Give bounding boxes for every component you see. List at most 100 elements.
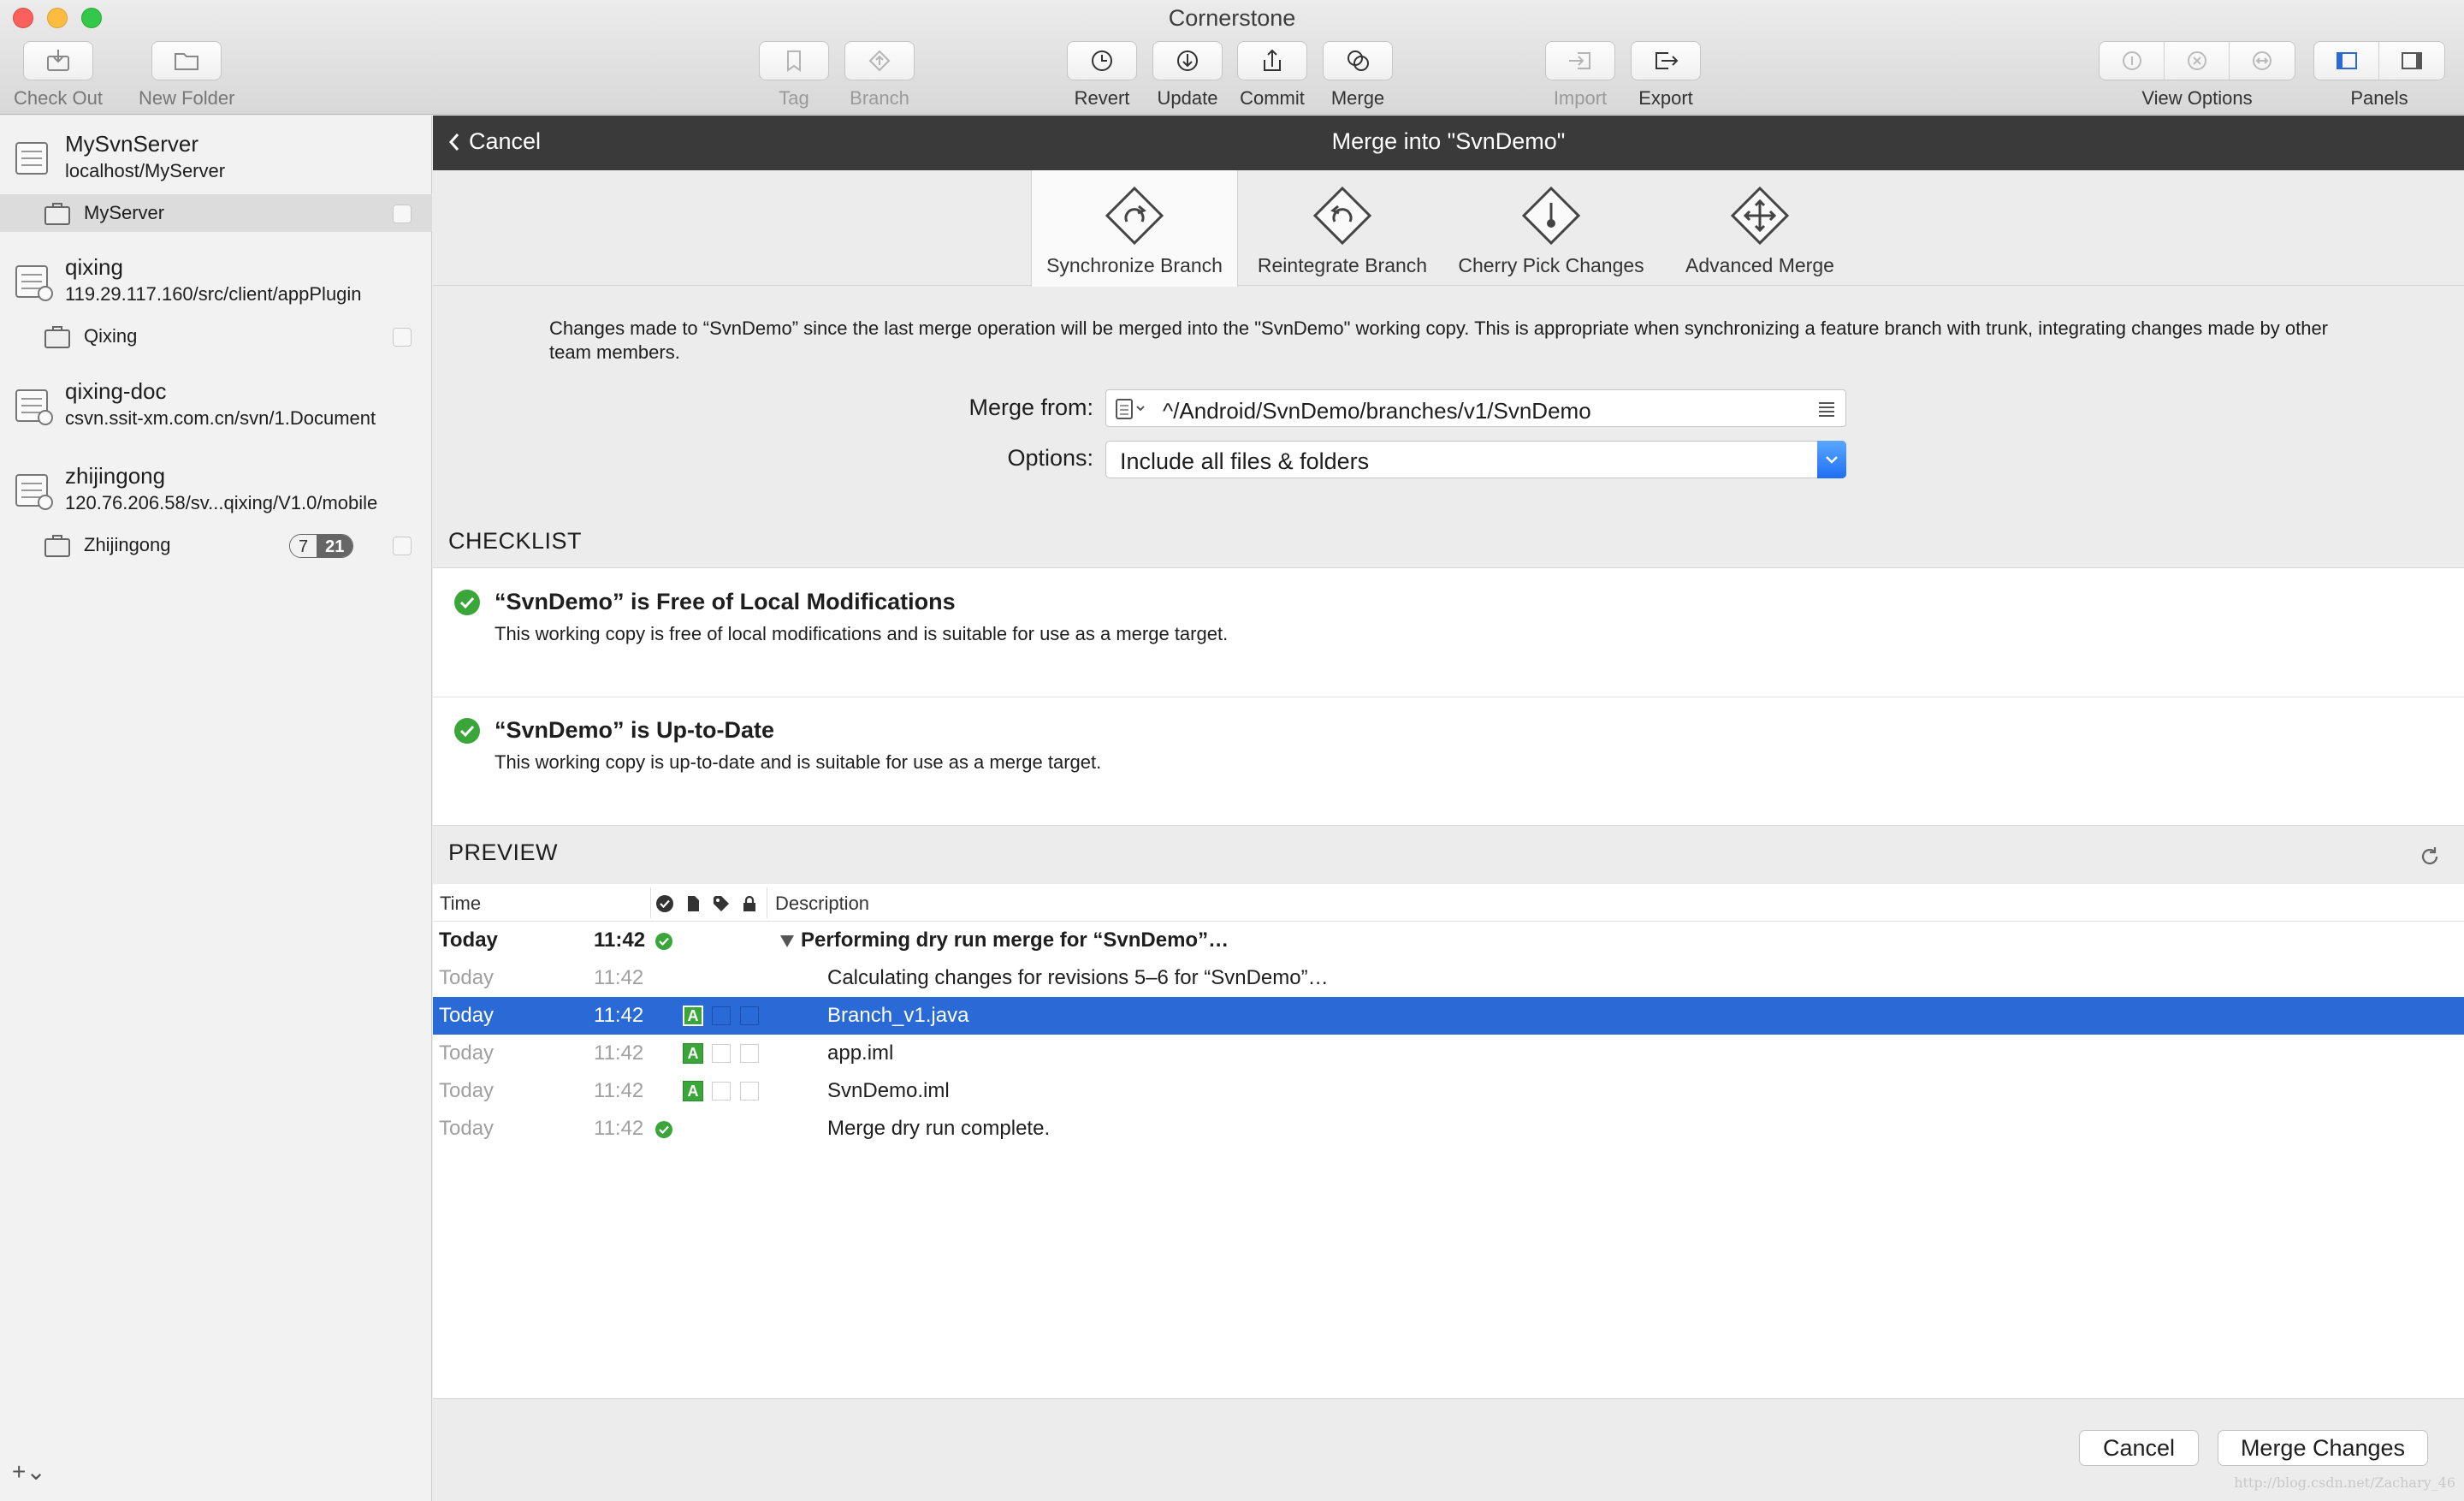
lock-status-box: [740, 1044, 759, 1063]
info-icon: [2122, 51, 2141, 70]
tag-button[interactable]: Tag: [759, 41, 829, 110]
repo-item-qixing-doc[interactable]: qixing-doc csvn.ssit-xm.com.cn/svn/1.Doc…: [0, 363, 432, 442]
update-icon: [1177, 50, 1198, 71]
table-row[interactable]: Today 11:42 A SvnDemo.iml: [433, 1072, 2464, 1110]
export-button[interactable]: Export: [1631, 41, 1701, 110]
repo-name: MySvnServer: [65, 131, 199, 157]
new-folder-button[interactable]: New Folder: [139, 41, 234, 110]
options-select[interactable]: Include all files & folders: [1105, 441, 1846, 478]
table-row[interactable]: Today 11:42 Merge dry run complete.: [433, 1110, 2464, 1148]
cancel-button[interactable]: Cancel: [2079, 1430, 2199, 1466]
table-row[interactable]: Today 11:42 A Branch_v1.java: [433, 997, 2464, 1035]
server-icon: [15, 389, 53, 425]
row-description: Performing dry run merge for “SvnDemo”…: [801, 928, 1229, 952]
disclosure-triangle-icon[interactable]: [780, 935, 794, 947]
repo-item-qixing[interactable]: qixing 119.29.117.160/src/client/appPlug…: [0, 239, 432, 317]
sidebar-right-icon: [2402, 52, 2422, 69]
merge-from-value: ^/Android/SvnDemo/branches/v1/SvnDemo: [1163, 398, 1591, 424]
tab-advanced-merge[interactable]: Advanced Merge: [1656, 170, 1863, 286]
added-status-badge: A: [683, 1006, 703, 1026]
panel-left-button[interactable]: [2314, 42, 2379, 80]
server-icon: [15, 474, 53, 510]
check-circle-icon: [454, 718, 480, 744]
tab-reintegrate-branch[interactable]: Reintegrate Branch: [1239, 170, 1446, 286]
working-copy-qixing[interactable]: Qixing: [0, 317, 432, 355]
row-description: SvnDemo.iml: [827, 1079, 950, 1102]
merge-description: Changes made to “SvnDemo” since the last…: [549, 317, 2329, 363]
branch-icon: [868, 50, 891, 72]
merge-from-field[interactable]: ^/Android/SvnDemo/branches/v1/SvnDemo: [1105, 389, 1846, 427]
working-copy-checkbox[interactable]: [393, 328, 412, 347]
merge-from-label: Merge from:: [968, 395, 1093, 420]
checklist: “SvnDemo” is Free of Local Modifications…: [433, 567, 2464, 826]
watermark: http://blog.csdn.net/Zachary_46: [2234, 1474, 2455, 1491]
repo-name: qixing-doc: [65, 378, 167, 404]
checklist-item-title: “SvnDemo” is Up-to-Date: [495, 717, 775, 743]
repo-name: zhijingong: [65, 463, 166, 489]
chevron-down-icon[interactable]: [1817, 441, 1846, 478]
tag-label: Tag: [779, 87, 809, 109]
working-copy-icon: [44, 203, 70, 225]
working-copy-checkbox[interactable]: [393, 537, 412, 555]
commit-button[interactable]: Commit: [1237, 41, 1307, 110]
check-circle-icon: [655, 933, 672, 950]
merge-changes-button[interactable]: Merge Changes: [2218, 1430, 2428, 1466]
table-row[interactable]: Today 11:42 A app.iml: [433, 1035, 2464, 1072]
badge-modified-count: 7: [290, 535, 317, 557]
lock-icon: [743, 895, 755, 911]
merge-icon: [1348, 50, 1369, 71]
tab-synchronize-branch[interactable]: Synchronize Branch: [1031, 170, 1238, 287]
view-option-compare-button[interactable]: [2230, 42, 2295, 80]
refresh-icon[interactable]: [2418, 845, 2442, 869]
add-repository-button[interactable]: +⌄: [12, 1457, 46, 1486]
column-description[interactable]: Description: [775, 893, 869, 915]
tab-label: Synchronize Branch: [1046, 254, 1223, 276]
export-label: Export: [1638, 87, 1693, 109]
row-description: Merge dry run complete.: [827, 1117, 1051, 1140]
repo-item-zhijingong[interactable]: zhijingong 120.76.206.58/sv...qixing/V1.…: [0, 448, 432, 526]
browse-list-icon[interactable]: [1816, 399, 1837, 419]
checklist-item-no-modifications: “SvnDemo” is Free of Local Modifications…: [433, 568, 2464, 697]
import-button[interactable]: Import: [1545, 41, 1615, 110]
check-circle-icon: [454, 590, 480, 615]
branch-button[interactable]: Branch: [844, 41, 915, 110]
options-label: Options:: [1007, 445, 1093, 471]
row-day: Today: [439, 1004, 495, 1027]
working-copy-zhijingong[interactable]: Zhijingong 7 21: [0, 526, 432, 564]
column-time[interactable]: Time: [440, 893, 481, 915]
merge-panel: Cancel Merge into "SvnDemo" Synchronize …: [433, 116, 2464, 1501]
repo-item-mysvnserver[interactable]: MySvnServer localhost/MyServer: [0, 116, 432, 194]
preview-log: Time Description Today 11:42 Performing …: [433, 884, 2464, 1399]
commit-icon: [1264, 49, 1281, 71]
checklist-item-desc: This working copy is up-to-date and is s…: [495, 751, 1102, 773]
repository-picker-icon[interactable]: [1115, 397, 1149, 421]
working-copy-icon: [44, 326, 70, 348]
row-time: 11:42: [594, 1079, 644, 1102]
row-description: app.iml: [827, 1041, 894, 1065]
property-status-box: [712, 1006, 731, 1025]
working-copy-myserver[interactable]: MyServer: [0, 194, 432, 232]
tag-icon: [714, 896, 729, 911]
column-separator: [650, 887, 651, 918]
merge-button[interactable]: Merge: [1323, 41, 1393, 110]
repo-url: 119.29.117.160/src/client/appPlugin: [65, 283, 362, 305]
check-out-button[interactable]: Check Out: [14, 41, 103, 110]
row-day: Today: [439, 928, 498, 952]
table-row[interactable]: Today 11:42 Calculating changes for revi…: [433, 959, 2464, 997]
table-row[interactable]: Today 11:42 Performing dry run merge for…: [433, 922, 2464, 959]
working-copy-checkbox[interactable]: [393, 205, 412, 223]
tab-cherry-pick-changes[interactable]: Cherry Pick Changes: [1448, 170, 1655, 286]
panel-right-button[interactable]: [2379, 42, 2444, 80]
import-label: Import: [1553, 87, 1608, 109]
sidebar: MySvnServer localhost/MyServer MyServer …: [0, 116, 432, 1501]
view-option-conflicts-button[interactable]: [2165, 42, 2230, 80]
panels-group: [2313, 41, 2445, 80]
cancel-circle-icon: [2187, 51, 2206, 70]
view-options-group: [2099, 41, 2295, 80]
check-icon: [656, 895, 673, 912]
revert-button[interactable]: Revert: [1067, 41, 1137, 110]
update-button[interactable]: Update: [1152, 41, 1223, 110]
view-option-info-button[interactable]: [2100, 42, 2165, 80]
working-copy-name: MyServer: [84, 202, 165, 223]
merge-header: Cancel Merge into "SvnDemo": [433, 116, 2464, 170]
